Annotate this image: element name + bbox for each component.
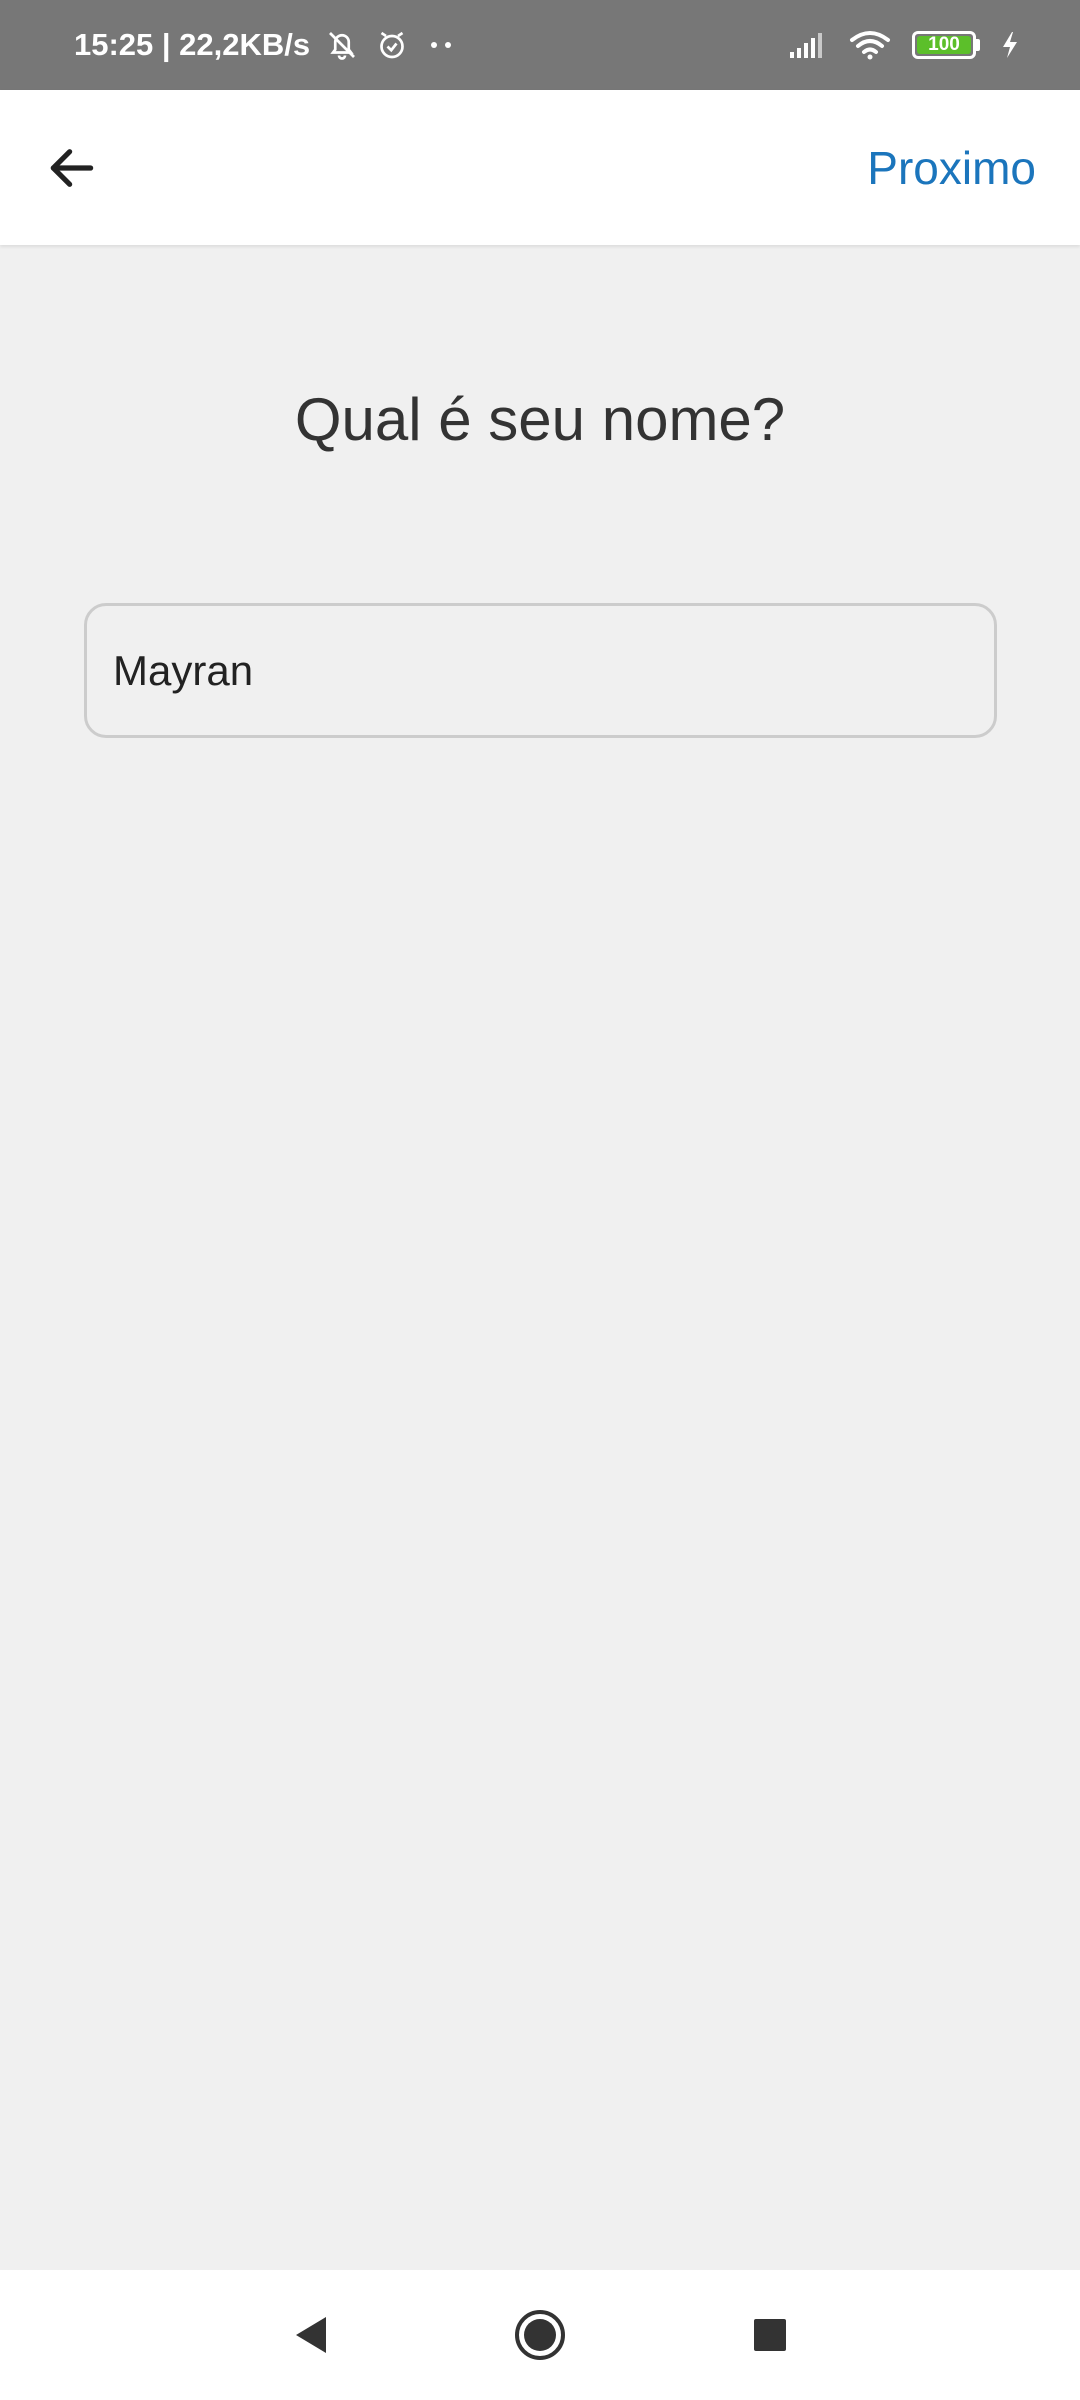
status-time-speed: 15:25 | 22,2KB/s xyxy=(74,27,311,62)
back-button[interactable] xyxy=(40,136,104,200)
signal-icon xyxy=(788,30,828,60)
status-left: 15:25 | 22,2KB/s xyxy=(74,27,458,63)
recents-square-icon xyxy=(754,2319,786,2351)
battery-level: 100 xyxy=(928,34,960,55)
back-triangle-icon xyxy=(296,2317,326,2353)
battery-icon: 100 xyxy=(912,31,980,59)
mute-bell-icon xyxy=(324,27,360,63)
status-bar: 15:25 | 22,2KB/s 100 xyxy=(0,0,1080,90)
more-dots-icon xyxy=(424,35,458,55)
system-nav-bar xyxy=(0,2270,1080,2400)
alarm-icon xyxy=(374,27,410,63)
app-bar: Proximo xyxy=(0,90,1080,245)
nav-home-button[interactable] xyxy=(500,2295,580,2375)
wifi-icon xyxy=(848,28,892,62)
home-circle-icon xyxy=(515,2310,565,2360)
next-button[interactable]: Proximo xyxy=(863,131,1040,205)
arrow-left-icon xyxy=(50,148,94,187)
charging-icon xyxy=(1000,30,1020,60)
page-title: Qual é seu nome? xyxy=(294,386,786,453)
name-input[interactable]: Mayran xyxy=(84,603,997,738)
nav-recents-button[interactable] xyxy=(730,2295,810,2375)
nav-back-button[interactable] xyxy=(270,2295,350,2375)
status-right: 100 xyxy=(788,28,1020,62)
name-input-value: Mayran xyxy=(113,646,254,694)
